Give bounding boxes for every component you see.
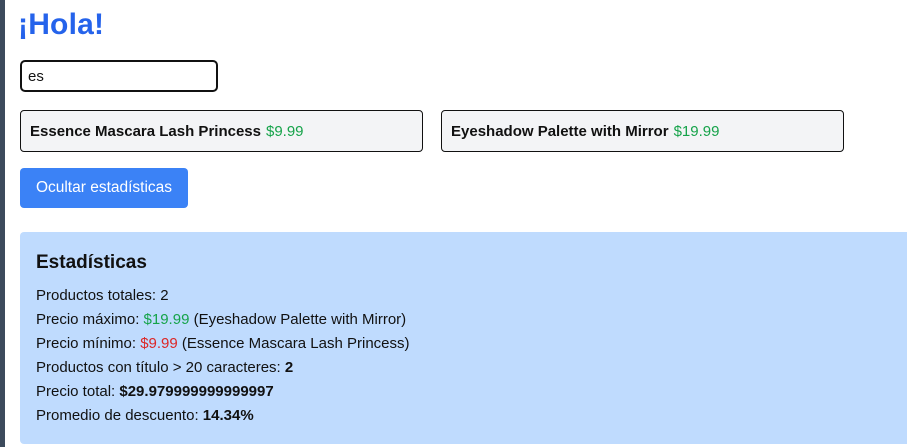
product-list: Essence Mascara Lash Princess $9.99 Eyes…	[20, 110, 844, 152]
stat-value: 2	[284, 359, 294, 376]
stat-label: Precio mínimo:	[36, 335, 141, 352]
page: ¡Hola! Essence Mascara Lash Princess $9.…	[18, 0, 907, 447]
stat-product-name: (Eyeshadow Palette with Mirror)	[189, 311, 407, 328]
stat-value: 2	[160, 287, 169, 304]
page-title: ¡Hola!	[18, 8, 105, 41]
stat-max-price: Precio máximo: $19.99 (Eyeshadow Palette…	[36, 308, 891, 332]
stat-label: Promedio de descuento:	[36, 407, 203, 424]
product-card[interactable]: Essence Mascara Lash Princess $9.99	[20, 110, 423, 152]
product-name: Essence Mascara Lash Princess	[30, 122, 261, 140]
search-input[interactable]	[20, 60, 218, 92]
product-price: $9.99	[265, 122, 304, 140]
stat-product-name: (Essence Mascara Lash Princess)	[177, 335, 410, 352]
stat-label: Precio total:	[36, 383, 120, 400]
stat-long-titles: Productos con título > 20 caracteres: 2	[36, 356, 891, 380]
stat-total-price: Precio total: $29.979999999999997	[36, 380, 891, 404]
stat-total-products: Productos totales: 2	[36, 284, 891, 308]
stats-panel: Estadísticas Productos totales: 2 Precio…	[20, 232, 907, 444]
stat-label: Precio máximo:	[36, 311, 144, 328]
product-name: Eyeshadow Palette with Mirror	[451, 122, 669, 140]
product-price: $19.99	[673, 122, 720, 140]
stat-min-price: Precio mínimo: $9.99 (Essence Mascara La…	[36, 332, 891, 356]
window-edge	[0, 0, 5, 447]
stat-value: $29.979999999999997	[119, 383, 274, 400]
stat-avg-discount: Promedio de descuento: 14.34%	[36, 404, 891, 428]
stat-value: $9.99	[140, 335, 178, 352]
hide-stats-button[interactable]: Ocultar estadísticas	[20, 168, 188, 208]
stat-value: $19.99	[143, 311, 190, 328]
stat-label: Productos totales:	[36, 287, 161, 304]
stat-label: Productos con título > 20 caracteres:	[36, 359, 285, 376]
stats-title: Estadísticas	[36, 252, 147, 273]
stat-value: 14.34%	[202, 407, 254, 424]
product-card[interactable]: Eyeshadow Palette with Mirror $19.99	[441, 110, 844, 152]
